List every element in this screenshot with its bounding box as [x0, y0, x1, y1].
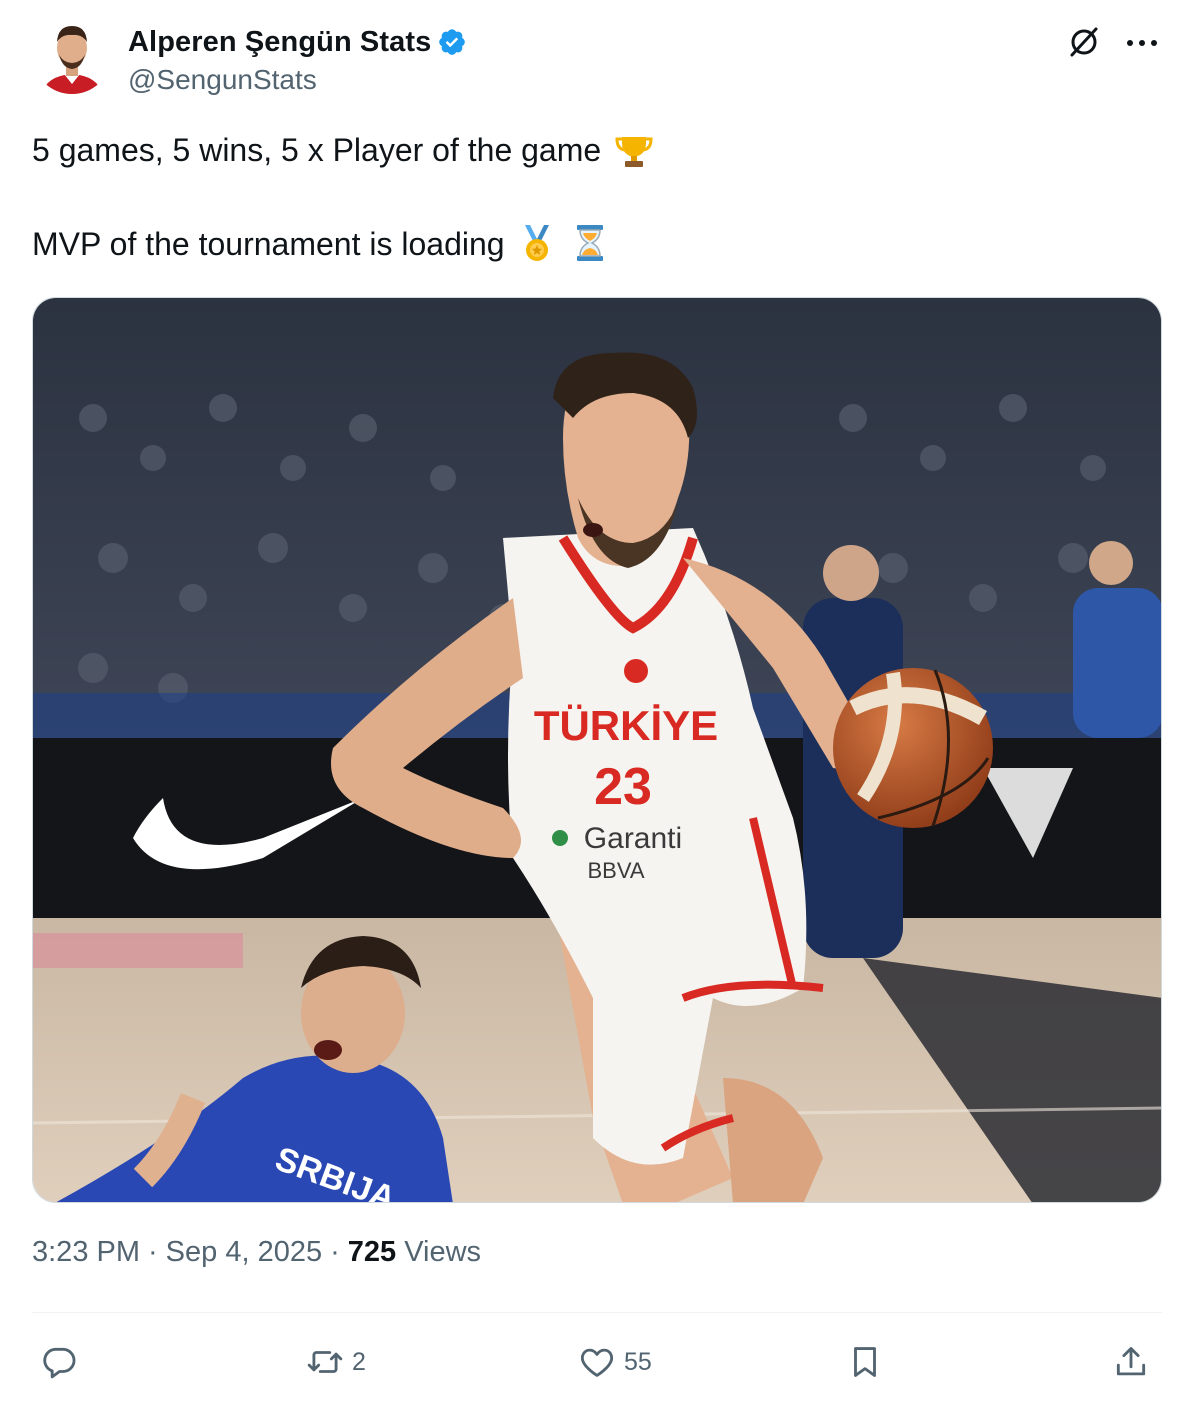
tweet-photo[interactable]: TÜRKİYE 23 Garanti BBVA SRBIJA: [32, 297, 1162, 1203]
tweet-line-1: 5 games, 5 wins, 5 x Player of the game: [32, 126, 1162, 174]
tweet-line-2: MVP of the tournament is loading: [32, 220, 1162, 268]
jersey-sponsor-text: Garanti: [584, 822, 682, 855]
hourglass-emoji-icon: [577, 225, 604, 261]
tweet-meta: 3:23 PM · Sep 4, 2025 · 725 Views: [32, 1236, 481, 1269]
medal-emoji-icon: [525, 225, 550, 261]
verified-badge-icon[interactable]: [437, 27, 467, 57]
tweet-date[interactable]: Sep 4, 2025: [166, 1236, 322, 1268]
jersey-sponsor-sub-text: BBVA: [587, 858, 644, 883]
heart-icon: [580, 1348, 614, 1377]
meta-separator-2: ·: [330, 1236, 340, 1268]
reply-icon: [43, 1347, 76, 1379]
jersey-country-text: TÜRKİYE: [534, 702, 718, 749]
bookmark-icon: [854, 1347, 876, 1377]
tweet-header: Alperen Şengün Stats @SengunStats: [32, 14, 1162, 114]
grok-icon[interactable]: [1066, 24, 1102, 60]
avatar-icon: [32, 14, 112, 94]
more-options-icon[interactable]: [1122, 28, 1162, 58]
views-count: 725: [347, 1236, 397, 1268]
retweet-icon: [307, 1351, 343, 1373]
tweet-line-1-text: 5 games, 5 wins, 5 x Player of the game: [32, 132, 602, 168]
views-label: Views: [404, 1236, 482, 1268]
trophy-emoji-icon: [615, 137, 653, 167]
tweet-line-2-text: MVP of the tournament is loading: [32, 226, 505, 262]
like-count: 55: [624, 1347, 652, 1376]
display-name[interactable]: Alperen Şengün Stats: [128, 26, 431, 59]
author-handle[interactable]: @SengunStats: [128, 64, 317, 96]
tweet-time[interactable]: 3:23 PM: [32, 1236, 140, 1268]
basketball-photo: TÜRKİYE 23 Garanti BBVA SRBIJA: [33, 298, 1161, 1202]
reply-button[interactable]: [40, 1336, 86, 1388]
action-bar: 2 55: [32, 1336, 1162, 1388]
retweet-count: 2: [352, 1347, 366, 1376]
avatar[interactable]: [32, 14, 112, 94]
jersey-number-text: 23: [594, 758, 652, 816]
like-button[interactable]: 55: [578, 1336, 652, 1388]
share-button[interactable]: [1112, 1336, 1150, 1388]
name-row: Alperen Şengün Stats: [128, 22, 467, 62]
divider: [32, 1312, 1162, 1313]
share-icon: [1116, 1347, 1146, 1376]
tweet-text: 5 games, 5 wins, 5 x Player of the game …: [32, 126, 1162, 268]
bookmark-button[interactable]: [846, 1336, 884, 1388]
retweet-button[interactable]: 2: [306, 1336, 366, 1388]
meta-separator: ·: [148, 1236, 158, 1268]
